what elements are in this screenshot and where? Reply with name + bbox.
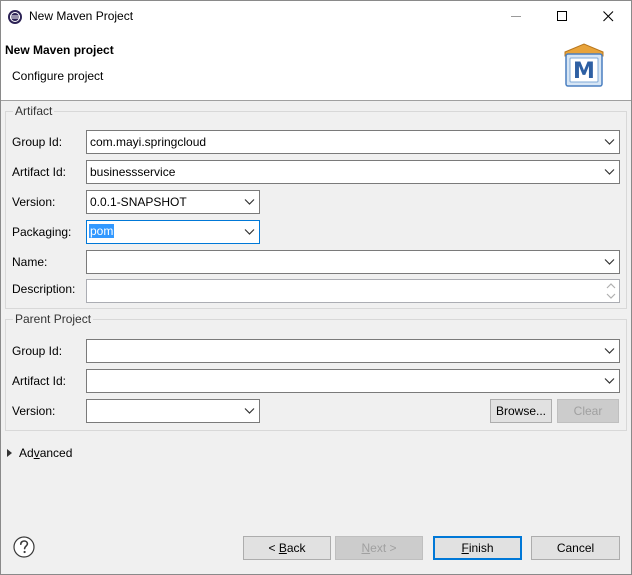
maximize-icon — [556, 11, 567, 21]
wizard-header: New Maven project Configure project M — [1, 32, 631, 101]
close-icon — [602, 11, 613, 22]
advanced-expander[interactable]: Advanced — [7, 446, 72, 460]
finish-button[interactable]: Finish — [433, 536, 522, 560]
parent-artifact-id-combo[interactable] — [86, 369, 620, 393]
chevron-down-icon[interactable] — [604, 377, 615, 385]
chevron-down-icon[interactable] — [244, 228, 255, 236]
packaging-label: Packaging: — [12, 225, 72, 239]
page-subtitle: Configure project — [12, 69, 104, 83]
description-textarea[interactable] — [86, 279, 620, 303]
next-button[interactable]: Next > — [335, 536, 423, 560]
artifact-id-combo[interactable]: businessservice — [86, 160, 620, 184]
version-combo[interactable]: 0.0.1-SNAPSHOT — [86, 190, 260, 214]
maven-logo-icon: M — [564, 43, 604, 87]
group-id-label: Group Id: — [12, 135, 63, 149]
maximize-button[interactable] — [539, 1, 585, 32]
group-id-combo[interactable]: com.mayi.springcloud — [86, 130, 620, 154]
name-combo[interactable] — [86, 250, 620, 274]
artifact-id-value: businessservice — [90, 165, 176, 179]
packaging-value: pom — [89, 224, 115, 238]
help-icon[interactable] — [13, 536, 35, 558]
parent-group-id-label: Group Id: — [12, 344, 63, 358]
name-label: Name: — [12, 255, 48, 269]
parent-project-group-label: Parent Project — [13, 312, 94, 326]
close-button[interactable] — [585, 1, 631, 32]
back-button[interactable]: < Back — [243, 536, 331, 560]
eclipse-icon — [8, 10, 22, 24]
window-title: New Maven Project — [29, 9, 134, 23]
chevron-down-icon[interactable] — [604, 258, 615, 266]
version-label: Version: — [12, 195, 56, 209]
parent-group-id-combo[interactable] — [86, 339, 620, 363]
parent-artifact-id-label: Artifact Id: — [12, 374, 67, 388]
page-title: New Maven project — [5, 43, 114, 57]
chevron-down-icon[interactable] — [604, 138, 615, 146]
chevron-down-icon[interactable] — [604, 347, 615, 355]
parent-version-combo[interactable] — [86, 399, 260, 423]
browse-button[interactable]: Browse... — [490, 399, 552, 423]
expand-triangle-icon — [7, 449, 12, 457]
artifact-group-label: Artifact — [13, 104, 55, 118]
parent-version-label: Version: — [12, 404, 56, 418]
svg-text:M: M — [573, 59, 595, 84]
chevron-down-icon[interactable] — [244, 198, 255, 206]
description-label: Description: — [12, 282, 76, 296]
packaging-combo[interactable]: pom — [86, 220, 260, 244]
clear-button[interactable]: Clear — [557, 399, 619, 423]
scroll-arrows-icon[interactable] — [605, 281, 617, 301]
version-value: 0.0.1-SNAPSHOT — [90, 195, 187, 209]
chevron-down-icon[interactable] — [244, 407, 255, 415]
minimize-icon — [510, 16, 521, 17]
minimize-button[interactable] — [493, 1, 539, 32]
artifact-id-label: Artifact Id: — [12, 165, 67, 179]
group-id-value: com.mayi.springcloud — [90, 135, 207, 149]
advanced-label: Advanced — [19, 446, 73, 460]
title-bar[interactable]: New Maven Project — [1, 1, 631, 32]
cancel-button[interactable]: Cancel — [531, 536, 620, 560]
new-maven-project-dialog: New Maven Project New Maven project Conf… — [0, 0, 632, 575]
chevron-down-icon[interactable] — [604, 168, 615, 176]
